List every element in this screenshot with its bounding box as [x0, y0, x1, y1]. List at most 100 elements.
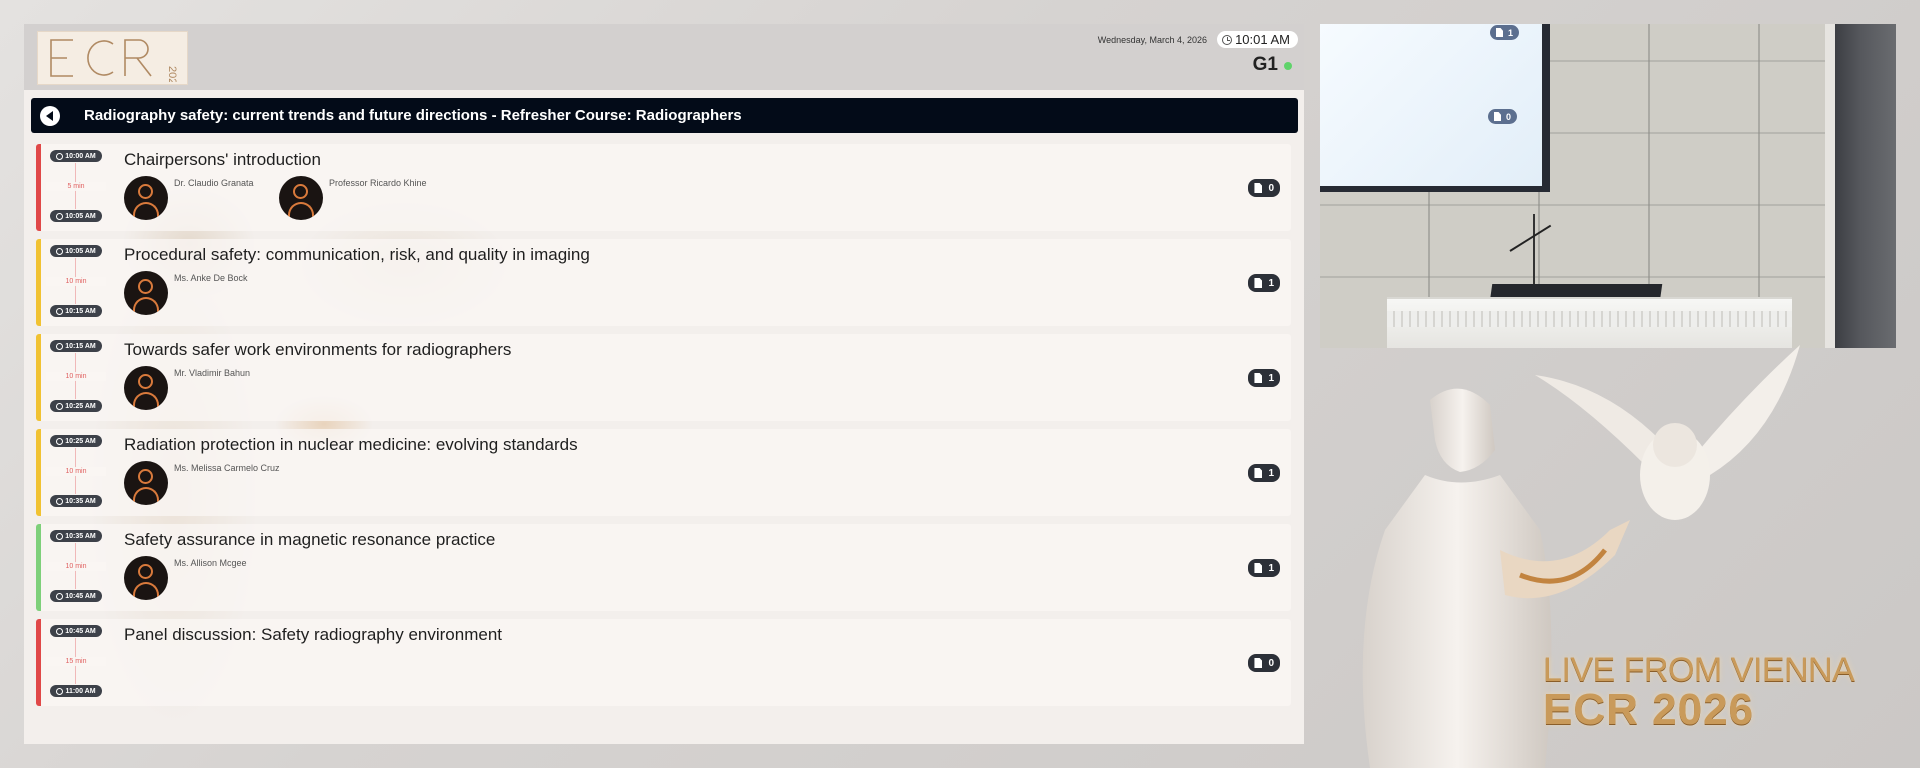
clock-icon — [1222, 34, 1233, 45]
clock-icon — [56, 342, 64, 350]
documents-badge[interactable]: 1 — [1248, 274, 1280, 292]
start-time-value: 10:25 AM — [65, 437, 96, 445]
clock-icon — [56, 437, 64, 445]
video-doc-badge-top[interactable]: 1 — [1490, 25, 1520, 40]
documents-badge[interactable]: 1 — [1248, 559, 1280, 577]
start-time-value: 10:15 AM — [65, 342, 96, 350]
back-button[interactable] — [40, 105, 60, 126]
owl-illustration — [1535, 345, 1800, 520]
speaker-name: Ms. Melissa Carmelo Cruz — [174, 463, 280, 473]
end-time-value: 10:05 AM — [65, 212, 96, 220]
duration: 15 min — [46, 657, 106, 666]
end-time-value: 10:45 AM — [65, 592, 96, 600]
duration: 5 min — [46, 182, 106, 191]
documents-count: 0 — [1268, 657, 1274, 669]
avatar — [279, 176, 323, 220]
top-bar: 2026 Wednesday, March 4, 2026 10:01 AM G… — [24, 24, 1304, 90]
start-time: 10:45 AM — [50, 625, 102, 637]
duration: 10 min — [46, 467, 106, 476]
pillar — [1835, 24, 1896, 348]
time-column: 10:15 AM 10 min 10:25 AM — [46, 340, 106, 415]
document-icon — [1254, 373, 1263, 383]
duration: 10 min — [46, 372, 106, 381]
duration: 10 min — [46, 277, 106, 286]
document-icon — [1254, 183, 1263, 193]
end-time-value: 11:00 AM — [65, 687, 96, 695]
agenda-item[interactable]: 10:25 AM 10 min 10:35 AM Radiation prote… — [36, 429, 1291, 516]
documents-count: 1 — [1268, 562, 1274, 574]
current-time: 10:01 AM — [1217, 31, 1298, 48]
agenda-item[interactable]: 10:00 AM 5 min 10:05 AM Chairpersons' in… — [36, 144, 1291, 231]
document-icon — [1254, 563, 1263, 573]
speaker-name: Ms. Anke De Bock — [174, 273, 248, 283]
documents-count: 1 — [1268, 277, 1274, 289]
speaker-name: Professor Ricardo Khine — [329, 178, 427, 188]
clock-icon — [56, 307, 64, 315]
start-time: 10:25 AM — [50, 435, 102, 447]
video-stream[interactable]: 1 0 — [1320, 24, 1896, 348]
time-column: 10:25 AM 10 min 10:35 AM — [46, 435, 106, 510]
documents-badge[interactable]: 1 — [1248, 369, 1280, 387]
documents-badge[interactable]: 0 — [1248, 179, 1280, 197]
clock-icon — [56, 497, 64, 505]
documents-count: 1 — [1268, 372, 1274, 384]
podium-band — [1387, 311, 1792, 327]
speaker-name: Ms. Allison Mcgee — [174, 558, 247, 568]
duration: 10 min — [46, 562, 106, 571]
agenda-item[interactable]: 10:35 AM 10 min 10:45 AM Safety assuranc… — [36, 524, 1291, 611]
live-status-dot — [1284, 62, 1292, 70]
wall-edge — [1825, 24, 1835, 348]
documents-badge[interactable]: 0 — [1248, 654, 1280, 672]
start-time-value: 10:35 AM — [65, 532, 96, 540]
clock-icon — [56, 247, 64, 255]
talk-title: Chairpersons' introduction — [124, 150, 321, 169]
clock-icon — [56, 402, 64, 410]
agenda-item[interactable]: 10:05 AM 10 min 10:15 AM Procedural safe… — [36, 239, 1291, 326]
video-doc-badge-mid[interactable]: 0 — [1488, 109, 1518, 124]
end-time: 11:00 AM — [50, 685, 102, 697]
ecr-logo: 2026 — [37, 31, 188, 85]
speaker-name: Dr. Claudio Granata — [174, 178, 254, 188]
end-time: 10:35 AM — [50, 495, 102, 507]
document-icon — [1254, 658, 1263, 668]
speaker-name: Mr. Vladimir Bahun — [174, 368, 251, 378]
session-title: Radiography safety: current trends and f… — [84, 107, 742, 124]
time-value: 10:01 AM — [1235, 32, 1290, 47]
document-icon — [1496, 28, 1503, 37]
clock-icon — [56, 152, 64, 160]
start-time-value: 10:00 AM — [65, 152, 96, 160]
start-time: 10:35 AM — [50, 530, 102, 542]
projection-screen — [1320, 24, 1542, 186]
time-column: 10:00 AM 5 min 10:05 AM — [46, 150, 106, 225]
document-icon — [1254, 278, 1263, 288]
start-time: 10:05 AM — [50, 245, 102, 257]
clock-icon — [56, 212, 64, 220]
talk-title: Safety assurance in magnetic resonance p… — [124, 530, 496, 549]
avatar — [124, 461, 168, 505]
documents-badge[interactable]: 1 — [1248, 464, 1280, 482]
avatar — [124, 366, 168, 410]
session-header: Radiography safety: current trends and f… — [31, 98, 1298, 133]
agenda-panel: 2026 Wednesday, March 4, 2026 10:01 AM G… — [24, 24, 1304, 744]
end-time-value: 10:35 AM — [65, 497, 96, 505]
video-doc-count-mid: 0 — [1506, 111, 1512, 122]
talk-title: Procedural safety: communication, risk, … — [124, 245, 590, 264]
start-time-value: 10:05 AM — [65, 247, 96, 255]
room-label: G1 — [1252, 54, 1278, 75]
end-time: 10:05 AM — [50, 210, 102, 222]
clock-icon — [56, 592, 64, 600]
document-icon — [1494, 112, 1501, 121]
current-date: Wednesday, March 4, 2026 — [1097, 35, 1207, 45]
talk-title: Radiation protection in nuclear medicine… — [124, 435, 578, 454]
end-time-value: 10:25 AM — [65, 402, 96, 410]
agenda-item[interactable]: 10:15 AM 10 min 10:25 AM Towards safer w… — [36, 334, 1291, 421]
clock-icon — [56, 627, 64, 635]
time-column: 10:35 AM 10 min 10:45 AM — [46, 530, 106, 605]
ecr-logo-mark: 2026 — [49, 39, 178, 82]
clock-icon — [56, 532, 64, 540]
podium — [1387, 297, 1792, 348]
avatar — [124, 176, 168, 220]
agenda-item[interactable]: 10:45 AM 15 min 11:00 AM Panel discussio… — [36, 619, 1291, 706]
document-icon — [1254, 468, 1263, 478]
start-time-value: 10:45 AM — [65, 627, 96, 635]
